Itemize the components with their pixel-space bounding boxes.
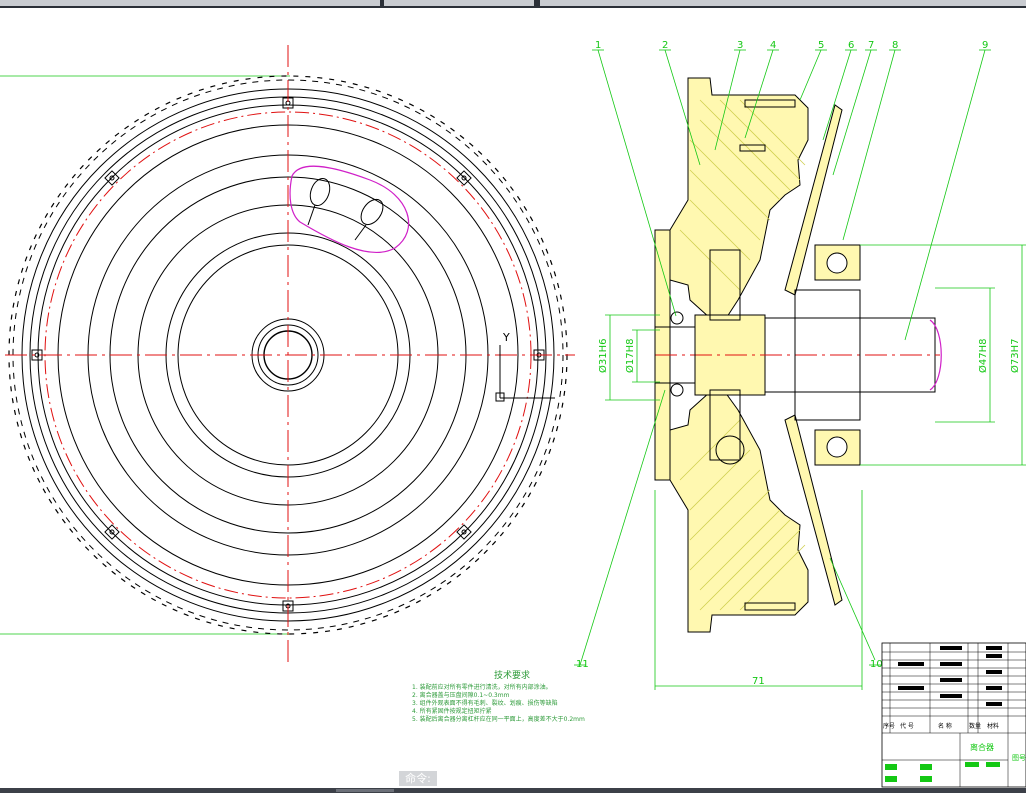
status-bar (0, 788, 1026, 793)
drawing-canvas[interactable]: Y 1 2 3 4 5 6 7 8 9 10 11 Ø31H6 Ø17H8 Ø4… (0, 8, 1026, 788)
dim-d17: Ø17H8 (624, 339, 636, 373)
part-label-6: 6 (848, 40, 854, 51)
note-line: 5. 装配后离合器分离杠杆应在同一平面上，高度差不大于0.2mm (412, 716, 585, 723)
part-label-1: 1 (595, 40, 601, 51)
tb-drawing-name: 离合器 (970, 742, 994, 752)
tb-header-3: 数量 (969, 722, 981, 730)
front-view-gear[interactable]: Y (0, 45, 575, 665)
part-label-4: 4 (770, 40, 776, 51)
tb-drawing-no: 图号 (1012, 754, 1026, 762)
dim-width-71: 71 (752, 676, 765, 687)
dim-d31: Ø31H6 (597, 339, 609, 373)
tb-header-0: 序号 (883, 722, 895, 730)
command-line-prompt[interactable]: 命令: (399, 771, 437, 786)
note-line: 1. 装配前应对所有零件进行清洗，对所有内部涂油。 (412, 684, 552, 691)
technical-notes: 技术要求 1. 装配前应对所有零件进行清洗，对所有内部涂油。 2. 离合器盖与压… (412, 672, 612, 724)
note-line: 3. 组件外观表面不得有毛刺、裂纹、划痕、损伤等缺陷 (412, 700, 558, 707)
note-line: 4. 所有紧固件按规定扭矩拧紧 (412, 708, 492, 715)
part-label-7: 7 (868, 40, 874, 51)
ucs-y-label: Y (502, 331, 510, 344)
notes-title: 技术要求 (493, 671, 530, 681)
dim-d73: Ø73H7 (1009, 339, 1021, 373)
note-line: 2. 离合器盖与压盘间隙0.1~0.3mm (412, 692, 510, 699)
title-block[interactable]: 序号 代 号 名 称 数量 材料 离合器 图号 (881, 642, 1026, 788)
part-label-9: 9 (982, 40, 988, 51)
part-label-2: 2 (662, 40, 668, 51)
part-label-5: 5 (818, 40, 824, 51)
part-label-11: 11 (576, 659, 589, 670)
part-label-10: 10 (870, 659, 883, 670)
tb-header-2: 名 称 (938, 722, 952, 730)
dim-d47: Ø47H8 (977, 339, 989, 373)
tb-header-4: 材料 (987, 722, 999, 730)
window-top-bar (0, 0, 1026, 8)
part-label-8: 8 (892, 40, 898, 51)
section-view[interactable]: 1 2 3 4 5 6 7 8 9 10 11 Ø31H6 Ø17H8 Ø47H… (574, 40, 1026, 690)
part-label-3: 3 (737, 40, 743, 51)
tb-header-1: 代 号 (900, 722, 914, 730)
